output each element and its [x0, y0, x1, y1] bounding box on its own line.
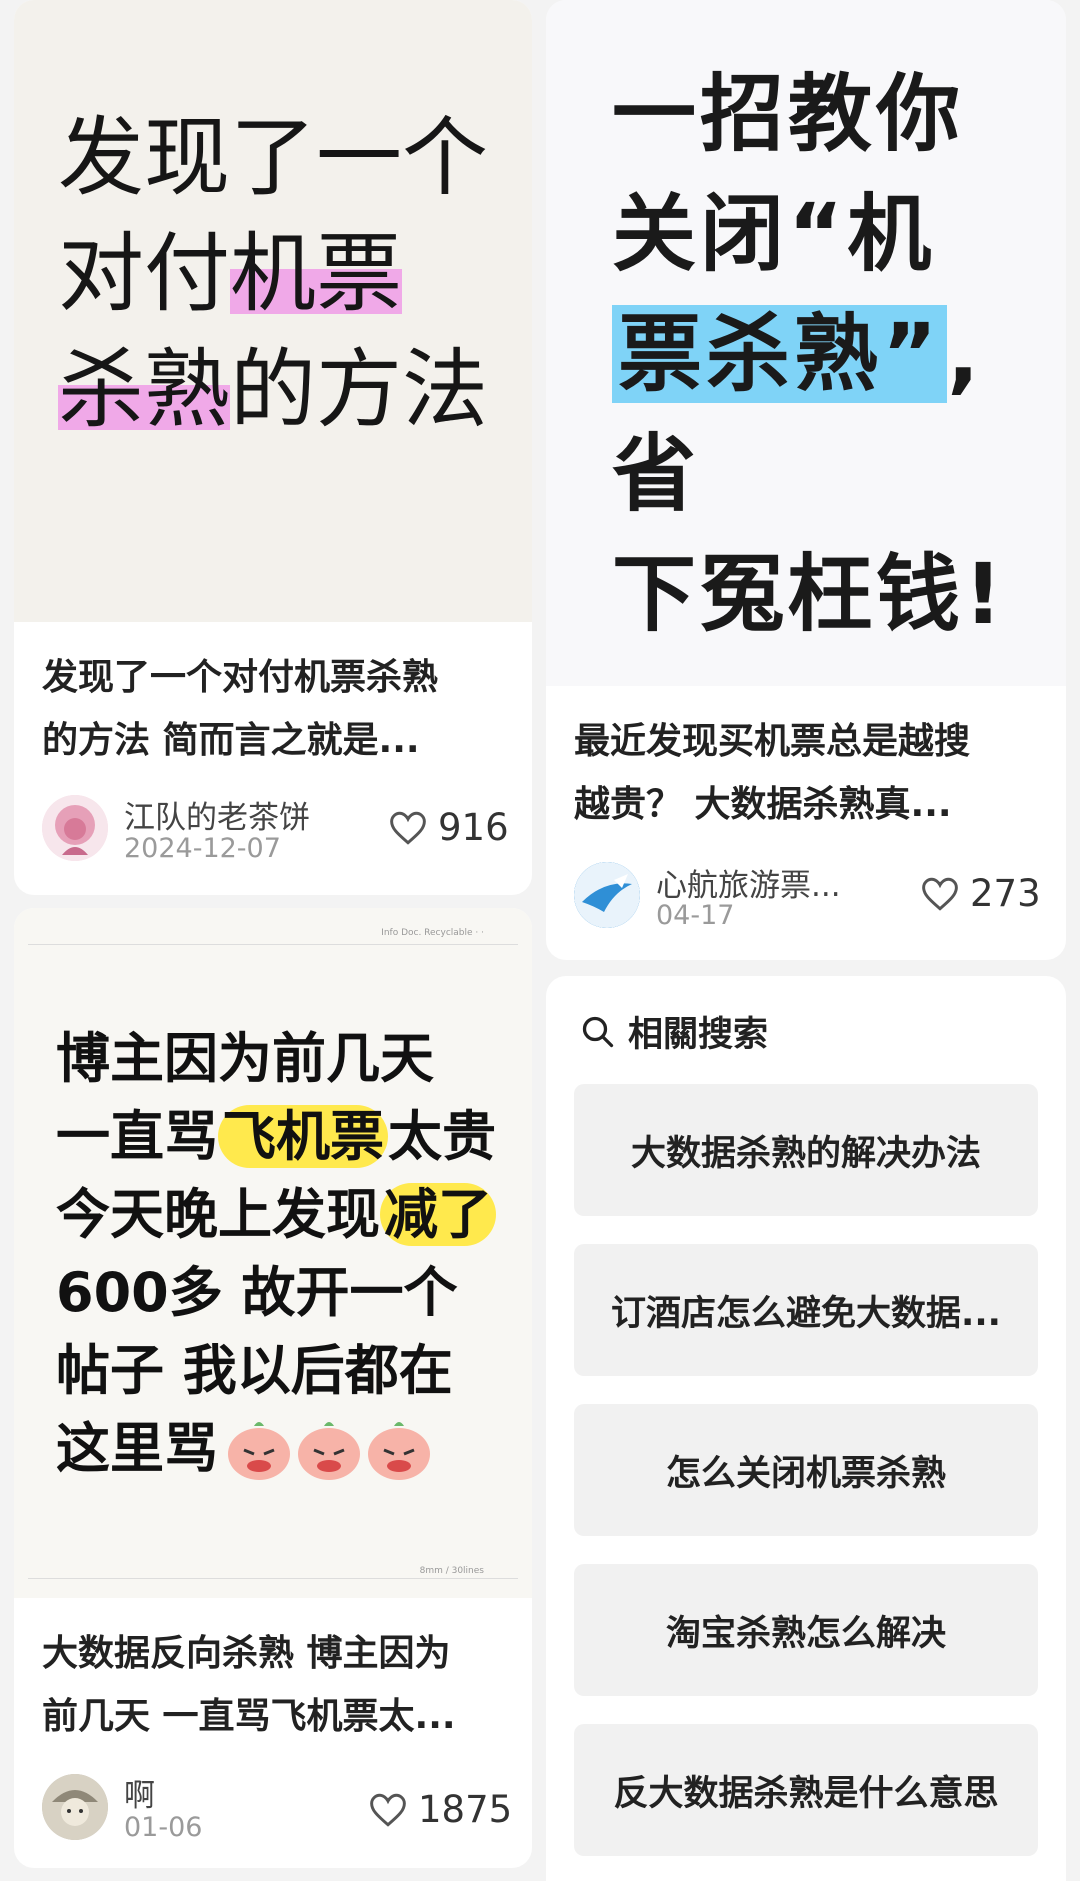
cover-text-line: 这里骂 — [56, 1417, 218, 1480]
cover-text-line: 下冤枉钱! — [612, 545, 1007, 643]
related-search-item[interactable]: 订酒店怎么避免大数据... — [574, 1244, 1038, 1376]
cover-text-line: 博主因为前几天 — [56, 1027, 434, 1090]
like-button[interactable]: 1875 — [368, 1788, 512, 1831]
title-line: 的方法 简而言之就是... — [42, 720, 420, 761]
cover-text-line: 对付 — [58, 224, 230, 324]
related-search-item[interactable]: 大数据杀熟的解决办法 — [574, 1084, 1038, 1216]
like-count: 273 — [970, 872, 1041, 915]
cover-highlight: 杀熟 — [58, 340, 230, 440]
search-icon — [582, 1016, 614, 1047]
like-count: 1875 — [418, 1788, 513, 1831]
avatar[interactable] — [42, 1774, 108, 1840]
cover-text-line: 一直骂 — [56, 1105, 218, 1168]
title-line: 前几天 一直骂飞机票太... — [42, 1696, 456, 1737]
title-line: 发现了一个对付机票杀熟 — [42, 657, 439, 698]
cover-divider — [28, 1578, 518, 1579]
avatar[interactable] — [574, 862, 640, 928]
cover-highlight: 票杀熟” — [612, 305, 948, 403]
cover-text-line: 一招教你 — [612, 65, 965, 163]
cover-text-line: 今天晚上发现 — [56, 1183, 380, 1246]
cover-text-line: 的方法 — [230, 340, 488, 440]
related-search-item[interactable]: 淘宝杀熟怎么解决 — [574, 1564, 1038, 1696]
post-cover-2[interactable]: 一招教你 关闭“机 票杀熟”,省 下冤枉钱! — [546, 0, 1066, 686]
post-cover-1[interactable]: 发现了一个 对付机票 杀熟的方法 — [14, 0, 532, 622]
related-searches-card: 相關搜索 大数据杀熟的解决办法 订酒店怎么避免大数据... 怎么关闭机票杀熟 淘… — [546, 976, 1066, 1881]
cover-text-line: 关闭“机 — [612, 185, 936, 283]
post-title-1[interactable]: 发现了一个对付机票杀熟 的方法 简而言之就是... — [42, 646, 504, 772]
title-line: 最近发现买机票总是越搜 — [574, 721, 971, 762]
post-card-3[interactable]: Info Doc. Recyclable · · 博主因为前几天 一直骂飞机票太… — [14, 908, 532, 1868]
author-name[interactable]: 江队的老茶饼 — [124, 792, 310, 837]
related-searches-header: 相關搜索 — [580, 1006, 768, 1057]
related-search-item[interactable]: 怎么关闭机票杀熟 — [574, 1404, 1038, 1536]
heart-icon — [370, 1793, 406, 1827]
cover-divider — [28, 944, 518, 945]
angry-face-icon — [224, 1416, 434, 1482]
author-name[interactable]: 啊 — [124, 1770, 155, 1815]
related-searches-title: 相關搜索 — [628, 1015, 769, 1055]
like-button[interactable]: 916 — [388, 806, 509, 849]
heart-icon — [922, 877, 958, 911]
cover-highlight: 减了 — [380, 1183, 496, 1246]
like-button[interactable]: 273 — [920, 872, 1041, 915]
post-card-2[interactable]: 一招教你 关闭“机 票杀熟”,省 下冤枉钱! 最近发现买机票总是越搜 越贵？ 大… — [546, 0, 1066, 960]
post-title-2[interactable]: 最近发现买机票总是越搜 越贵？ 大数据杀熟真... — [574, 710, 1038, 836]
cover-text-line: 帖子 我以后都在 — [56, 1339, 453, 1402]
cover-header: Info Doc. Recyclable · · — [381, 928, 484, 938]
post-date: 04-17 — [656, 900, 735, 931]
post-date: 2024-12-07 — [124, 833, 281, 864]
like-count: 916 — [438, 806, 509, 849]
cover-highlight: 飞机票 — [218, 1105, 388, 1168]
cover-highlight: 机票 — [230, 224, 402, 324]
title-line: 越贵？ 大数据杀熟真... — [574, 784, 952, 825]
author-name[interactable]: 心航旅游票... — [656, 860, 886, 905]
post-date: 01-06 — [124, 1812, 203, 1843]
post-title-3[interactable]: 大数据反向杀熟 博主因为 前几天 一直骂飞机票太... — [42, 1622, 504, 1748]
cover-footer: 8mm / 30lines — [419, 1566, 484, 1576]
avatar[interactable] — [42, 795, 108, 861]
cover-text-line: 太贵 — [388, 1105, 496, 1168]
heart-icon — [390, 811, 426, 845]
cover-text-line: 600多 故开一个 — [56, 1261, 458, 1324]
cover-text-line: 发现了一个 — [58, 108, 488, 208]
post-card-1[interactable]: 发现了一个 对付机票 杀熟的方法 发现了一个对付机票杀熟 的方法 简而言之就是.… — [14, 0, 532, 895]
post-cover-3[interactable]: Info Doc. Recyclable · · 博主因为前几天 一直骂飞机票太… — [14, 908, 532, 1598]
related-search-item[interactable]: 反大数据杀熟是什么意思 — [574, 1724, 1038, 1856]
title-line: 大数据反向杀熟 博主因为 — [42, 1633, 451, 1674]
